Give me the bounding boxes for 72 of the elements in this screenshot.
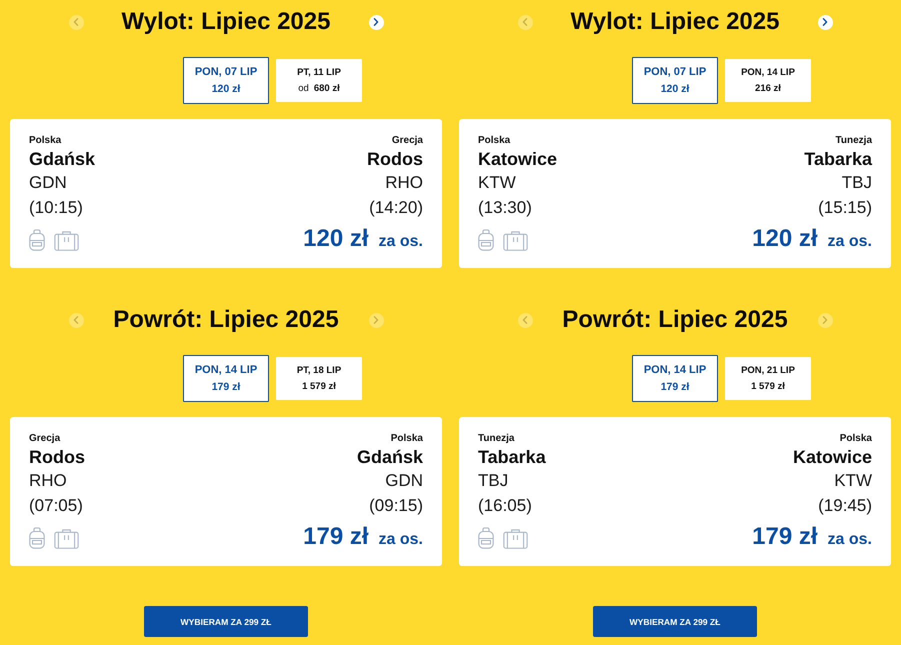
date-tab[interactable]: PT, 11 LIP od 680 zł [276, 59, 362, 102]
price-unit: za os. [378, 233, 423, 251]
next-month-button[interactable] [818, 14, 832, 30]
price-amount: 120 zł [752, 225, 818, 253]
country-label: Tunezja [836, 134, 872, 148]
city-name: Gdańsk [356, 446, 423, 468]
arrival-time: (15:15) [818, 197, 872, 219]
city-name: Rodos [367, 148, 423, 170]
date-tab[interactable]: PON, 21 LIP 1 579 zł [725, 357, 811, 400]
country-label: Polska [840, 432, 872, 446]
chevron-left-icon [522, 18, 528, 26]
price-amount: 120 zł [303, 225, 369, 253]
suitcase-icon [503, 529, 528, 549]
city-name: Tabarka [478, 446, 546, 468]
country-label: Grecja [29, 432, 60, 446]
chevron-right-icon [373, 316, 379, 324]
chevron-left-icon [73, 316, 79, 324]
country-label: Polska [478, 134, 510, 148]
city-name: Katowice [478, 148, 558, 170]
airport-code: GDN [385, 470, 423, 492]
date-tab[interactable]: PON, 14 LIP 179 zł [183, 355, 269, 402]
date-tab[interactable]: PON, 14 LIP 179 zł [632, 355, 718, 402]
chevron-left-icon [73, 18, 79, 26]
select-button[interactable]: WYBIERAM ZA 299 ZŁ [593, 606, 757, 637]
country-label: Polska [390, 432, 423, 446]
price-unit: za os. [828, 531, 872, 549]
airport-code: TBJ [478, 470, 508, 492]
suitcase-icon [503, 231, 528, 251]
backpack-icon [29, 527, 45, 549]
country-label: Tunezja [478, 432, 514, 446]
country-label: Grecja [392, 134, 423, 148]
backpack-icon [478, 229, 494, 251]
airport-code: KTW [834, 470, 872, 492]
price-amount: 179 zł [303, 523, 369, 551]
month-title: Powrót: Lipiec 2025 [562, 305, 788, 335]
arrival-time: (19:45) [818, 495, 872, 517]
airport-code: RHO [29, 470, 67, 492]
suitcase-icon [54, 231, 79, 251]
suitcase-icon [54, 529, 79, 549]
price-amount: 179 zł [752, 523, 818, 551]
month-title: Wylot: Lipiec 2025 [122, 7, 330, 37]
chevron-left-icon [522, 316, 528, 324]
select-button[interactable]: WYBIERAM ZA 299 ZŁ [144, 606, 308, 637]
month-title: Powrót: Lipiec 2025 [113, 305, 339, 335]
price-unit: za os. [378, 531, 423, 549]
arrival-time: (14:20) [369, 197, 423, 219]
departure-time: (07:05) [29, 495, 83, 517]
chevron-right-icon [373, 18, 379, 26]
airport-code: GDN [29, 172, 67, 194]
city-name: Rodos [29, 446, 85, 468]
city-name: Gdańsk [29, 148, 96, 170]
departure-time: (13:30) [478, 197, 532, 219]
city-name: Katowice [792, 446, 872, 468]
airport-code: KTW [478, 172, 516, 194]
month-title: Wylot: Lipiec 2025 [570, 7, 780, 37]
date-tab[interactable]: PON, 07 LIP 120 zł [183, 57, 269, 104]
date-tab[interactable]: PT, 18 LIP 1 579 zł [276, 357, 362, 400]
next-month-button[interactable] [368, 14, 384, 30]
date-tab[interactable]: PON, 07 LIP 120 zł [632, 57, 718, 104]
departure-time: (10:15) [29, 197, 83, 219]
city-name: Tabarka [804, 148, 872, 170]
chevron-right-icon [822, 18, 828, 26]
chevron-right-icon [822, 316, 828, 324]
arrival-time: (09:15) [369, 495, 423, 517]
airport-code: RHO [385, 172, 423, 194]
departure-time: (16:05) [478, 495, 532, 517]
backpack-icon [478, 527, 494, 549]
date-tab[interactable]: PON, 14 LIP 216 zł [725, 59, 811, 102]
airport-code: TBJ [842, 172, 872, 194]
backpack-icon [29, 229, 45, 251]
country-label: Polska [29, 134, 62, 148]
price-unit: za os. [828, 233, 872, 251]
